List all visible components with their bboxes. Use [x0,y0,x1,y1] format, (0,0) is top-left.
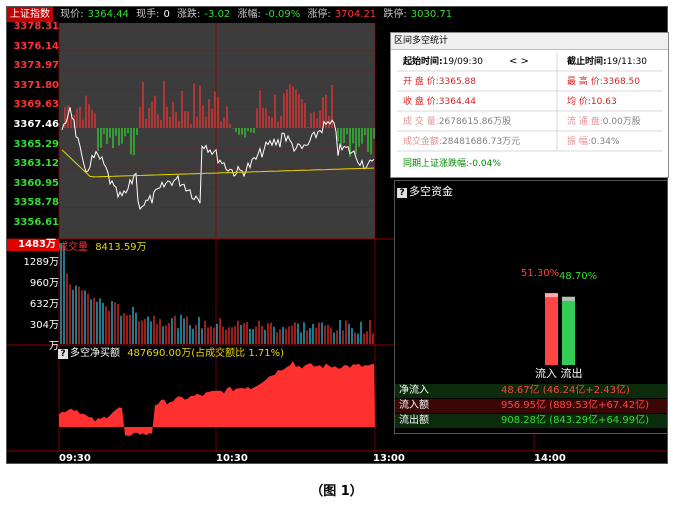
net-buy-header: ? 多空净买额 487690.00万(占成交额比 1.71%) [58,347,284,360]
time-axis: 09:30 10:30 13:00 14:00 [7,453,667,465]
money-flow-panel: ? 多空资金 51.30% 48.70% 流入 流出 净流入 48.67亿 (46… [394,180,668,434]
flow-row-label: 流出额 [399,415,429,426]
outflow-bar [562,296,575,365]
float-row: 流 通 盘:0.00万股 [567,113,641,131]
popup-title[interactable]: 区间多空统计 [391,33,668,50]
high-value: 3368.50 [602,77,640,87]
vol-label: 成 交 量: [403,117,439,127]
period-value: -0.04% [469,159,501,169]
period-label: 同期上证涨跌幅: [403,159,470,169]
time-tick: 14:00 [534,453,566,464]
close-value: 3364.44 [438,97,476,107]
open-value: 3365.88 [438,77,476,87]
close-label: 收 盘 价: [403,97,439,107]
high-row: 最 高 价:3368.50 [567,73,640,91]
flow-bar-labels: 流入 流出 [535,367,583,380]
price-tick: 3367.46 [13,119,59,130]
net-buy-label: 多空净买额 [70,348,120,359]
range-nav-arrows[interactable]: < > [509,53,529,71]
limit-up-label: 涨停: [307,9,331,20]
price-tick: 3365.29 [13,138,59,150]
amount-value: 28481686.73万元 [442,137,521,147]
net-buy-value: 487690.00万(占成交额比 1.71%) [127,348,285,359]
price-tick: 3371.80 [13,79,59,91]
high-label: 最 高 价: [567,77,603,87]
avg-value: 10.63 [590,97,617,107]
inflow-pct: 51.30% [521,268,560,279]
price-tick: 3356.61 [13,217,59,228]
avg-label: 均 价: [567,97,591,107]
figure-caption: （图 1） [310,484,363,499]
time-tick: 13:00 [373,453,405,464]
change-label: 涨跌: [177,9,201,20]
end-time-value: 19/11:30 [606,57,648,67]
time-tick: 09:30 [59,453,91,464]
close-row: 收 盘 价:3364.44 [403,93,476,111]
float-value: 0.00万股 [602,117,641,127]
interval-stats-popup: 区间多空统计 起始时间:19/09:30 < > 截止时间:19/11:30 开… [390,32,669,178]
start-time-value: 19/09:30 [442,57,484,67]
change-value: -3.02 [204,9,231,20]
volume-tick: 304万 [29,320,59,331]
period-row: 同期上证涨跌幅:-0.04% [403,155,501,173]
volume-axis: 1289万 960万 632万 304万万 [7,239,61,352]
end-time-label: 截止时间: [567,57,607,67]
float-label: 流 通 盘: [567,117,603,127]
open-row: 开 盘 价:3365.88 [403,73,476,91]
flow-row-out: 流出额 908.28亿 (843.29亿+64.99亿) [395,414,667,428]
start-time-label: 起始时间: [403,57,443,67]
hand-value: 0 [163,9,170,20]
flow-row-net: 净流入 48.67亿 (46.24亿+2.43亿) [395,384,667,398]
flow-row-label: 流入额 [399,400,429,411]
amount-row: 成交金额:28481686.73万元 [403,133,520,151]
amount-label: 成交金额: [403,137,443,147]
pct-value: -0.09% [264,9,301,20]
index-title[interactable]: 上证指数 [7,7,53,22]
volume-tick: 960万 [29,278,59,289]
volume-tick: 632万 [29,299,59,310]
inflow-bar [545,293,558,365]
flow-row-label: 净流入 [399,385,429,396]
price-label: 现价: [60,9,84,20]
price-tick: 3363.12 [13,158,59,170]
amp-row: 振 幅:0.34% [567,133,620,151]
limit-down-value: 3030.71 [410,9,453,20]
help-icon[interactable]: ? [58,349,68,359]
pct-label: 涨幅: [237,9,261,20]
open-label: 开 盘 价: [403,77,439,87]
time-tick: 10:30 [216,453,248,464]
volume-header: 成交量 8413.59万 [58,238,147,253]
avg-row: 均 价:10.63 [567,93,617,111]
volume-value: 8413.59万 [95,242,147,253]
outflow-bar-cap [562,296,575,301]
amp-value: 0.34% [590,137,620,147]
volume-tick: 1289万 [23,257,59,268]
amp-label: 振 幅: [567,137,591,147]
vol-row: 成 交 量:2678615.86万股 [403,113,511,131]
start-time-row: 起始时间:19/09:30 [403,53,483,71]
flow-row-value: 48.67亿 (46.24亿+2.43亿) [501,385,630,396]
inflow-bar-cap [545,293,558,298]
quote-bar: 上证指数 现价: 3364.44 现手: 0 涨跌: -3.02 涨幅: -0.09% … [7,7,667,22]
net-buy-area [59,361,375,436]
price-tick: 3360.95 [13,177,59,189]
price-tick: 3369.63 [13,99,59,111]
flow-row-value: 908.28亿 (843.29亿+64.99亿) [501,415,649,426]
limit-up-value: 3704.21 [334,9,377,20]
vol-value: 2678615.86万股 [438,117,512,127]
price-value: 3364.44 [87,9,129,20]
price-axis: 3378.31 3376.14 3373.97 3371.80 3369.63 3367.… [7,21,61,241]
price-tick: 3376.14 [13,40,59,52]
outflow-pct: 48.70% [559,271,598,282]
end-time-row: 截止时间:19/11:30 [567,53,647,71]
price-tick: 3373.97 [13,60,59,72]
flow-row-in: 流入额 956.95亿 (889.53亿+67.42亿) [395,399,667,413]
hand-label: 现手: [136,9,160,20]
price-tick: 3378.31 [13,21,59,32]
volume-label: 成交量 [58,242,88,253]
price-tick: 3358.78 [13,197,59,209]
limit-down-label: 跌停: [383,9,407,20]
flow-row-value: 956.95亿 (889.53亿+67.42亿) [501,400,649,411]
